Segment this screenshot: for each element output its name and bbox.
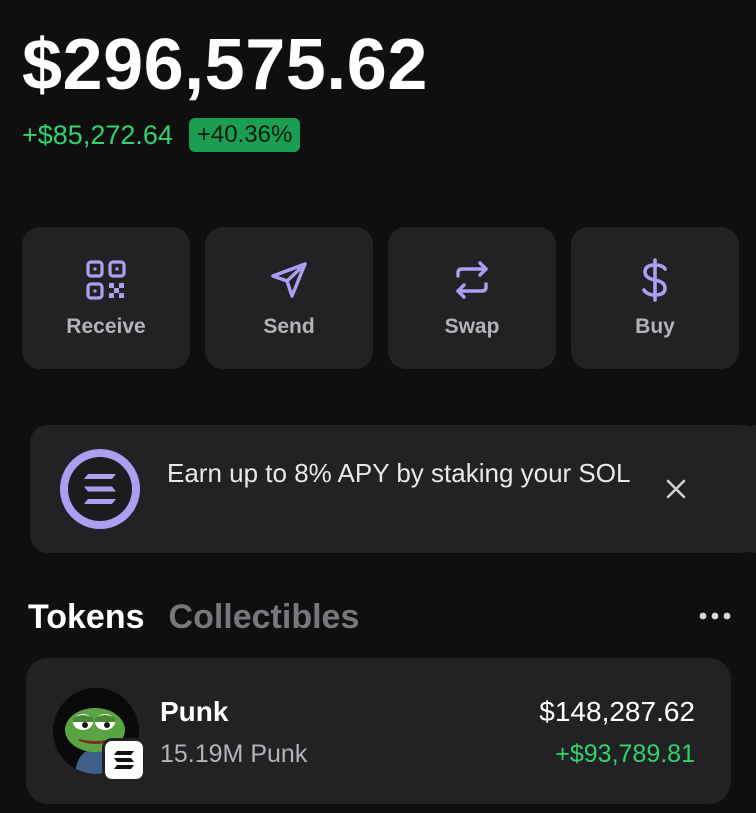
send-button[interactable]: Send (205, 227, 373, 369)
portfolio-change-amount: +$85,272.64 (22, 119, 173, 150)
send-icon (266, 257, 312, 303)
quick-actions: Receive Send Swap Buy (22, 227, 739, 369)
staking-banner[interactable]: Earn up to 8% APY by staking your SOL (30, 425, 756, 553)
send-label: Send (263, 315, 315, 338)
swap-button[interactable]: Swap (388, 227, 556, 369)
receive-label: Receive (66, 315, 146, 338)
dollar-icon (632, 257, 678, 303)
tab-collectibles[interactable]: Collectibles (169, 598, 360, 637)
solana-logo-icon (58, 447, 142, 531)
solana-badge-icon (102, 738, 146, 782)
token-amount: 15.19M Punk (160, 740, 308, 768)
close-icon[interactable] (664, 477, 688, 501)
asset-tabs: Tokens Collectibles (28, 598, 359, 637)
tab-tokens[interactable]: Tokens (28, 598, 145, 637)
buy-button[interactable]: Buy (571, 227, 739, 369)
portfolio-change-percent-badge: +40.36% (188, 118, 301, 152)
more-icon[interactable] (697, 606, 737, 626)
token-name: Punk (160, 696, 229, 727)
buy-label: Buy (635, 315, 675, 338)
swap-label: Swap (444, 315, 500, 338)
receive-button[interactable]: Receive (22, 227, 190, 369)
portfolio-balance: $296,575.62 (22, 25, 428, 105)
token-row[interactable]: Punk 15.19M Punk $148,287.62 +$93,789.81 (26, 658, 731, 804)
token-value: $148,287.62 (539, 696, 695, 727)
qr-code-icon (83, 257, 129, 303)
swap-icon (449, 257, 495, 303)
portfolio-change-row: +$85,272.64 +40.36% (22, 118, 301, 152)
token-change: +$93,789.81 (555, 740, 695, 768)
staking-banner-text: Earn up to 8% APY by staking your SOL (167, 458, 631, 488)
